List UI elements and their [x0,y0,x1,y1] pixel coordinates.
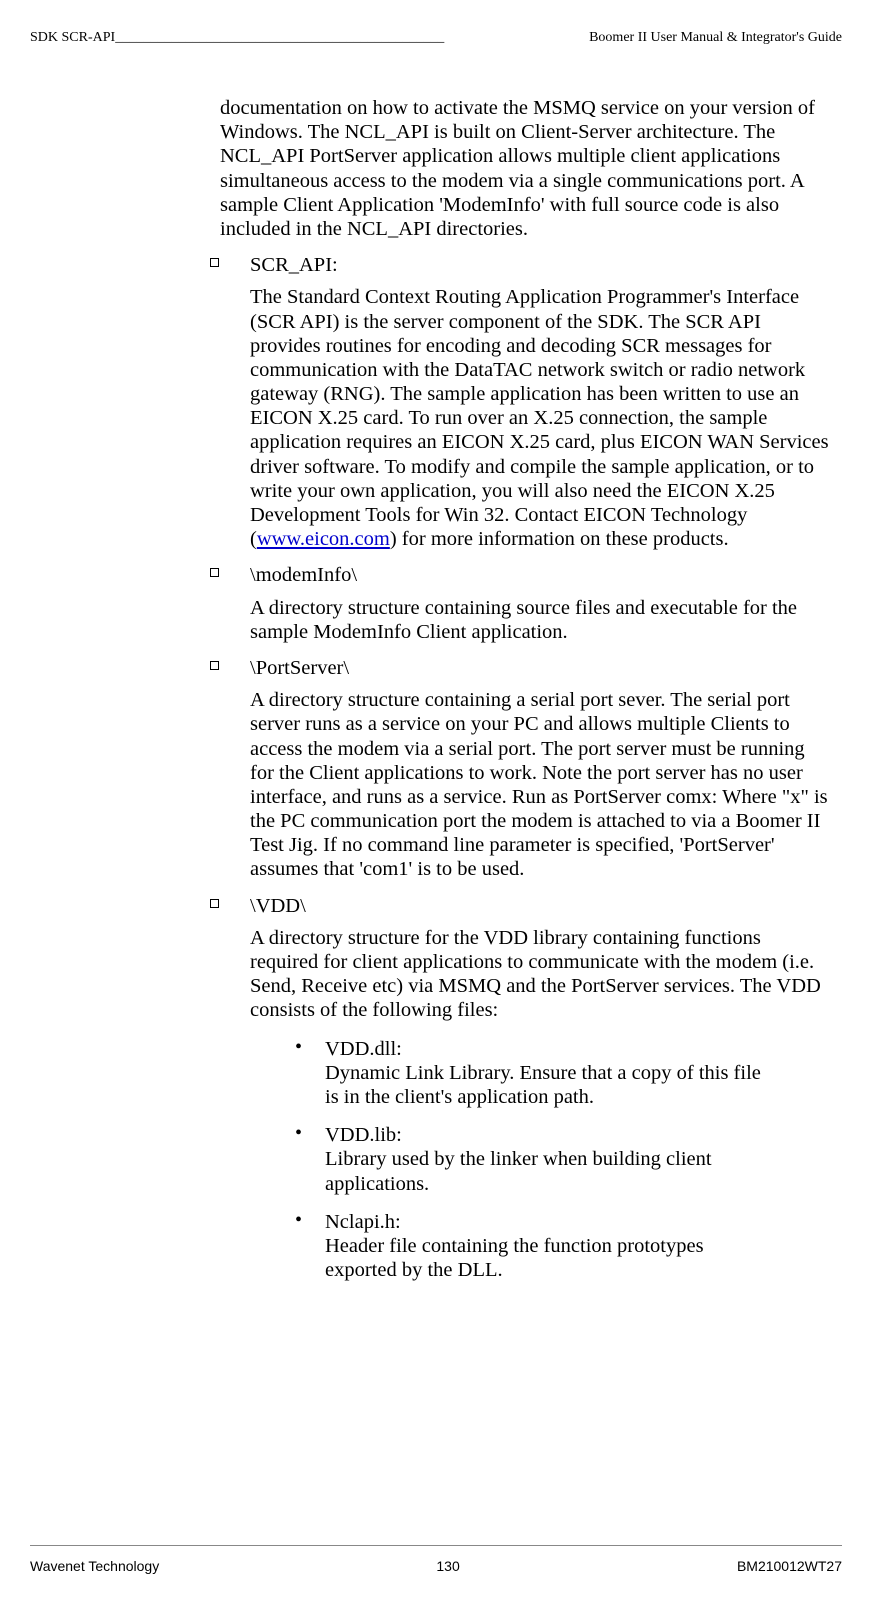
sub-label: Nclapi.h: [325,1210,425,1234]
bullet-label: \VDD\ [250,894,832,918]
sub-bullet-nclapi-h: • Nclapi.h:Header file containing the fu… [250,1210,832,1283]
sub-desc: Library used by the linker when building… [325,1147,775,1195]
page-content: documentation on how to activate the MSM… [30,96,842,1282]
sub-desc: Dynamic Link Library. Ensure that a copy… [325,1061,775,1109]
page-footer: Wavenet Technology 130 BM210012WT27 [30,1545,842,1574]
body-pre: The Standard Context Routing Application… [250,286,829,550]
square-bullet-icon [210,568,219,577]
bullet-body: A directory structure containing source … [250,596,832,644]
footer-left: Wavenet Technology [30,1558,159,1574]
bullet-body: A directory structure for the VDD librar… [250,926,832,1023]
bullet-label: \modemInfo\ [250,563,832,587]
header-right: Boomer II User Manual & Integrator's Gui… [589,30,842,46]
intro-paragraph: documentation on how to activate the MSM… [220,96,832,241]
bullet-item-vdd: \VDD\ A directory structure for the VDD … [220,894,832,1283]
bullet-body: A directory structure containing a seria… [250,688,832,882]
sub-label: VDD.dll: [325,1037,425,1061]
eicon-link[interactable]: www.eicon.com [257,528,390,550]
page-header: SDK SCR-API ____________________________… [30,30,842,46]
header-divider-line: ________________________________________… [115,30,444,46]
bullet-dot-icon: • [295,1210,302,1230]
bullet-label: SCR_API: [250,253,832,277]
bullet-item-scr-api: SCR_API: The Standard Context Routing Ap… [220,253,832,551]
sub-desc: Header file containing the function prot… [325,1234,775,1282]
square-bullet-icon [210,661,219,670]
header-left: SDK SCR-API ____________________________… [30,30,444,46]
square-bullet-icon [210,258,219,267]
square-bullet-icon [210,899,219,908]
footer-right: BM210012WT27 [737,1558,842,1574]
header-left-text: SDK SCR-API [30,30,115,45]
bullet-item-modeminfo: \modemInfo\ A directory structure contai… [220,563,832,644]
footer-page-number: 130 [436,1558,459,1574]
bullet-dot-icon: • [295,1123,302,1143]
body-post: ) for more information on these products… [390,528,729,550]
bullet-body: The Standard Context Routing Application… [250,285,832,551]
bullet-dot-icon: • [295,1037,302,1057]
bullet-item-portserver: \PortServer\ A directory structure conta… [220,656,832,882]
sub-bullet-vdd-dll: • VDD.dll:Dynamic Link Library. Ensure t… [250,1037,832,1110]
bullet-label: \PortServer\ [250,656,832,680]
sub-bullet-vdd-lib: • VDD.lib:Library used by the linker whe… [250,1123,832,1196]
sub-label: VDD.lib: [325,1123,425,1147]
